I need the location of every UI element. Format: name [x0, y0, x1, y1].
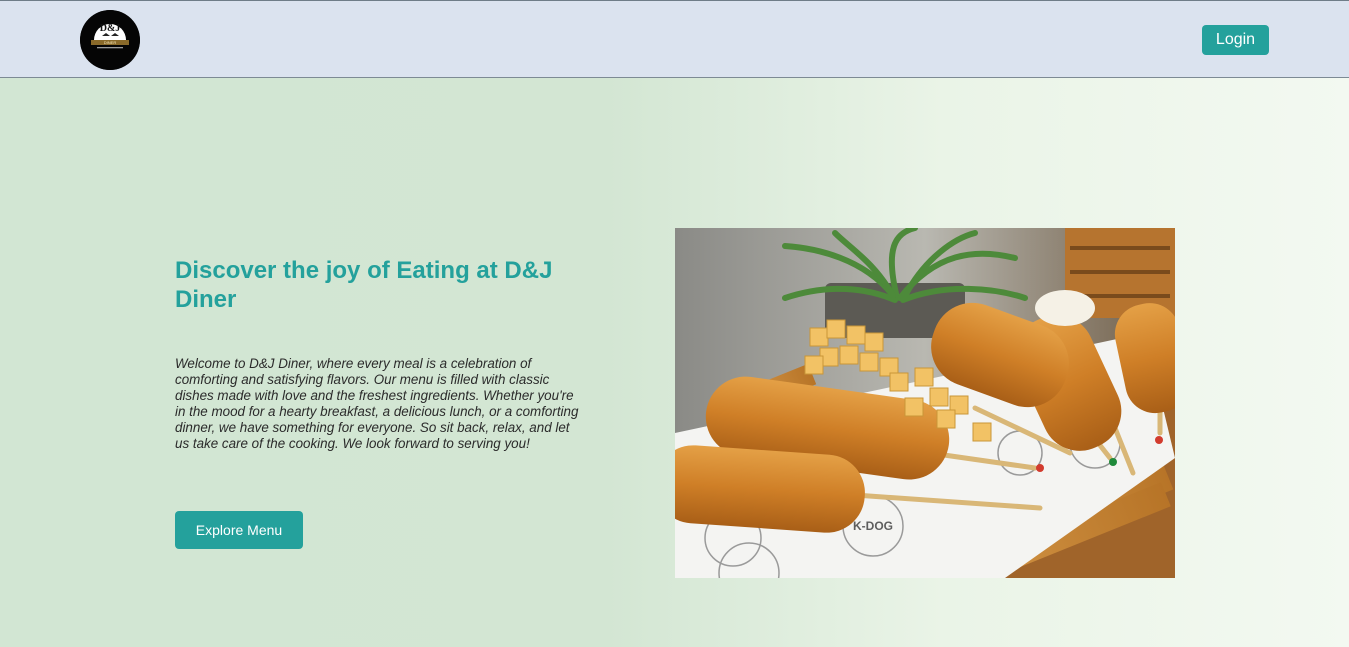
logo-graphic: D&J DINER — [80, 10, 140, 70]
logo-text: D&J — [100, 23, 121, 34]
corn-dog-image: K-DOG — [675, 228, 1175, 578]
navbar: D&J DINER Login — [0, 0, 1349, 78]
food-illustration: K-DOG — [675, 228, 1175, 578]
explore-menu-button[interactable]: Explore Menu — [175, 511, 303, 549]
hero-title: Discover the joy of Eating at D&J Diner — [175, 257, 553, 313]
hero-section: Discover the joy of Eating at D&J Diner … — [0, 78, 1349, 647]
diner-logo[interactable]: D&J DINER — [80, 10, 140, 70]
login-button[interactable]: Login — [1202, 25, 1269, 55]
hero-description: Welcome to D&J Diner, where every meal i… — [175, 356, 579, 451]
logo-subtext: DINER — [104, 40, 117, 45]
wrapper-brand-text: K-DOG — [853, 519, 893, 533]
